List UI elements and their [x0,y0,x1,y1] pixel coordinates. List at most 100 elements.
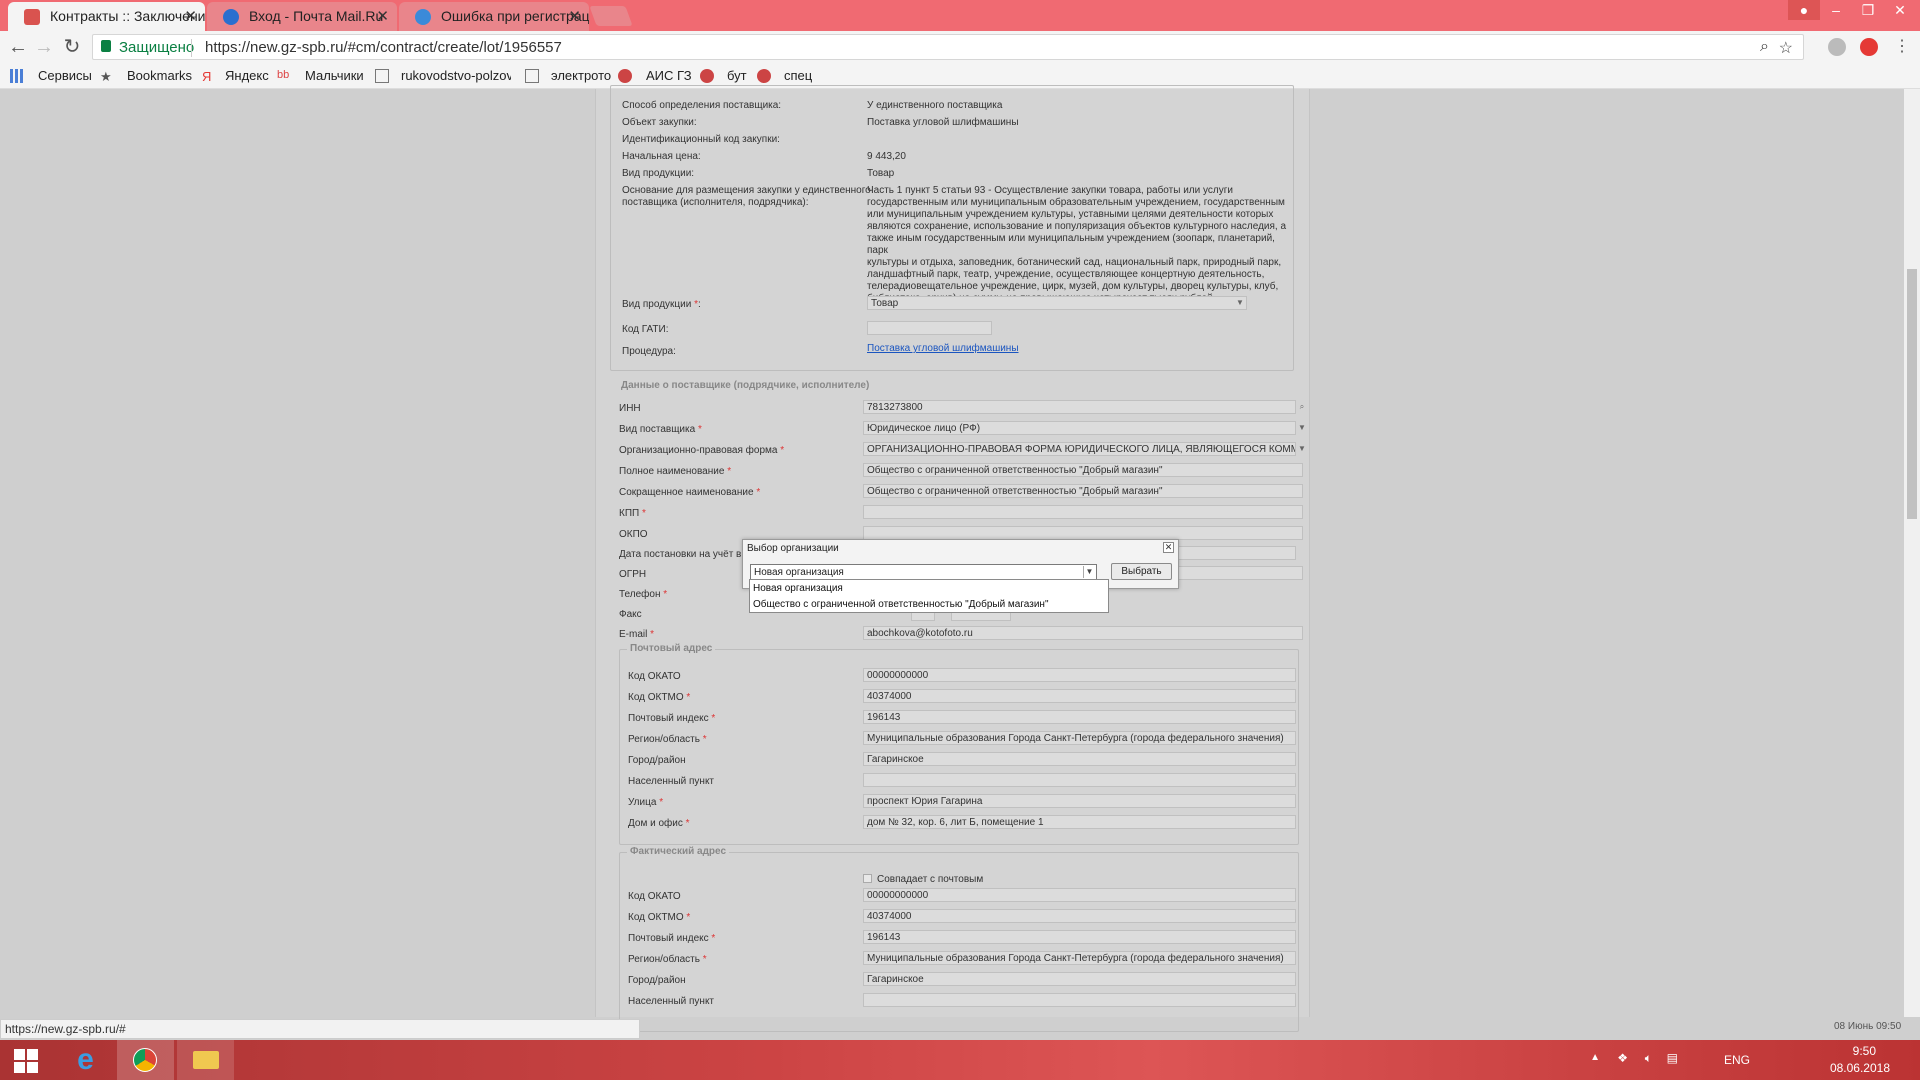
product-type-select[interactable]: Товар [867,296,1247,310]
short-name-input[interactable]: Общество с ограниченной ответственностью… [863,484,1303,498]
city-input[interactable]: Гагаринское [863,972,1296,986]
legal-form-select[interactable]: ОРГАНИЗАЦИОННО-ПРАВОВАЯ ФОРМА ЮРИДИЧЕСКО… [863,442,1296,456]
clock-time[interactable]: 9:50 [1853,1044,1876,1058]
supplier-type-select[interactable]: Юридическое лицо (РФ) [863,421,1296,435]
scrollbar-thumb[interactable] [1907,269,1917,519]
product-type-label: Вид продукции: [622,168,695,179]
procedure-link[interactable]: Поставка угловой шлифмашины [867,343,1019,354]
locality-label: Населенный пункт [628,776,715,787]
ogrn-input[interactable] [1176,566,1303,580]
start-button[interactable] [0,1040,57,1080]
bookmark-but[interactable]: бут [727,68,747,83]
organization-select[interactable]: Новая организация ▼ [750,564,1097,580]
close-icon[interactable]: ✕ [568,7,581,25]
clock-date[interactable]: 08.06.2018 [1830,1061,1890,1075]
actual-legend: Фактический адрес [627,846,730,857]
star-icon: ★ [100,69,112,84]
option-new-organization[interactable]: Новая организация [753,583,843,594]
option-dobry-magazin[interactable]: Общество с ограниченной ответственностью… [753,599,1049,610]
index-label: Почтовый индекс * [628,933,716,944]
okato-input[interactable]: 00000000000 [863,888,1296,902]
adblock-icon[interactable] [1828,38,1846,56]
close-icon[interactable]: ✕ [1163,542,1174,553]
windows-logo-icon [14,1049,25,1060]
dropbox-icon[interactable]: ❖ [1617,1051,1628,1065]
index-input[interactable]: 196143 [863,930,1296,944]
minimize-button[interactable]: – [1820,0,1852,20]
okpo-input[interactable] [863,526,1303,540]
select-value: ОРГАНИЗАЦИОННО-ПРАВОВАЯ ФОРМА ЮРИДИЧЕСКО… [867,444,1296,455]
back-icon[interactable]: ← [6,36,30,58]
volume-icon[interactable]: 🔈︎ [1645,1051,1652,1066]
bookmark-yandex[interactable]: Яндекс [225,68,269,83]
chevron-down-icon[interactable]: ▼ [1296,422,1308,434]
full-name-input[interactable]: Общество с ограниченной ответственностью… [863,463,1303,477]
region-label: Регион/область * [628,954,707,965]
reload-icon[interactable]: ↻ [60,36,84,58]
oktmo-input[interactable]: 40374000 [863,909,1296,923]
bookmark-elektro[interactable]: электрото [551,68,611,83]
gz-icon [757,69,771,83]
ie-icon[interactable]: e [57,1040,114,1080]
oktmo-input[interactable]: 40374000 [863,689,1296,703]
input-value: 00000000000 [867,670,929,681]
locality-input[interactable] [863,773,1296,787]
restore-button[interactable]: ❐ [1852,0,1884,20]
bookmark-bookmarks[interactable]: Bookmarks [127,68,192,83]
url-text[interactable]: https://new.gz-spb.ru/#cm/contract/creat… [205,39,562,56]
bookmark-services[interactable]: Сервисы [38,68,92,83]
index-input[interactable]: 196143 [863,710,1296,724]
menu-icon[interactable]: ⋮ [1890,36,1914,58]
windows-logo-icon [27,1062,38,1073]
tab-contracts[interactable]: Контракты :: Заключени ✕ [8,2,205,31]
bookmark-boys[interactable]: Мальчики [305,68,364,83]
same-as-postal-checkbox[interactable] [863,874,872,883]
chrome-taskbar-button[interactable] [117,1040,174,1080]
network-icon[interactable]: ▤ [1667,1051,1678,1065]
yandex-icon[interactable] [1860,38,1878,56]
new-tab-button[interactable] [589,6,633,26]
chevron-down-icon[interactable]: ▼ [1083,566,1095,578]
profile-icon[interactable]: ● [1788,0,1820,20]
email-input[interactable]: abochkova@kotofoto.ru [863,626,1303,640]
language-indicator[interactable]: ENG [1724,1053,1750,1067]
chevron-up-icon[interactable]: ▲ [1590,1052,1600,1063]
address-bar[interactable]: Защищено https://new.gz-spb.ru/#cm/contr… [92,34,1804,60]
kpp-input[interactable] [863,505,1303,519]
inn-input[interactable]: 7813273800 [863,400,1296,414]
okato-input[interactable]: 00000000000 [863,668,1296,682]
secure-label: Защищено [119,39,195,56]
explorer-taskbar-button[interactable] [177,1040,234,1080]
divider [191,39,192,57]
bookmark-rukovodstvo[interactable]: rukovodstvo-polzov [401,68,511,83]
tab-error[interactable]: Ошибка при регистрац ✕ [399,2,589,31]
city-input[interactable]: Гагаринское [863,752,1296,766]
chevron-down-icon[interactable]: ▼ [1296,443,1308,455]
bookmark-spec[interactable]: спец [784,68,812,83]
tab-title: Ошибка при регистрац [441,8,589,24]
street-input[interactable]: проспект Юрия Гагарина [863,794,1296,808]
house-input[interactable]: дом № 32, кор. 6, лит Б, помещение 1 [863,815,1296,829]
zoom-icon[interactable]: ⌕ [1760,38,1769,56]
close-window-button[interactable]: ✕ [1884,0,1916,20]
region-input[interactable]: Муниципальные образования Города Санкт-П… [863,731,1296,745]
input-value: abochkova@kotofoto.ru [867,628,973,639]
search-icon[interactable]: ⌕ [1296,401,1308,413]
supplier-legend: Данные о поставщике (подрядчике, исполни… [618,380,873,391]
input-value: дом № 32, кор. 6, лит Б, помещение 1 [867,817,1044,828]
label-text: Код ОКТМО [628,912,684,923]
select-button[interactable]: Выбрать [1111,563,1172,580]
gati-input[interactable] [867,321,992,335]
chevron-down-icon[interactable]: ▼ [1234,297,1246,309]
page-scrollbar[interactable] [1904,89,1920,1017]
close-icon[interactable]: ✕ [376,7,389,25]
star-icon[interactable]: ☆ [1779,38,1793,58]
basis-line: ландшафтный парк, театр, учреждение, осу… [867,269,1265,280]
bookmark-ais-gz[interactable]: АИС ГЗ [646,68,692,83]
region-input[interactable]: Муниципальные образования Города Санкт-П… [863,951,1296,965]
tab-mail[interactable]: Вход - Почта Mail.Ru ✕ [207,2,397,31]
locality-input[interactable] [863,993,1296,1007]
close-icon[interactable]: ✕ [184,7,197,25]
forward-icon[interactable]: → [32,36,56,58]
select-value: Новая организация [754,567,844,578]
